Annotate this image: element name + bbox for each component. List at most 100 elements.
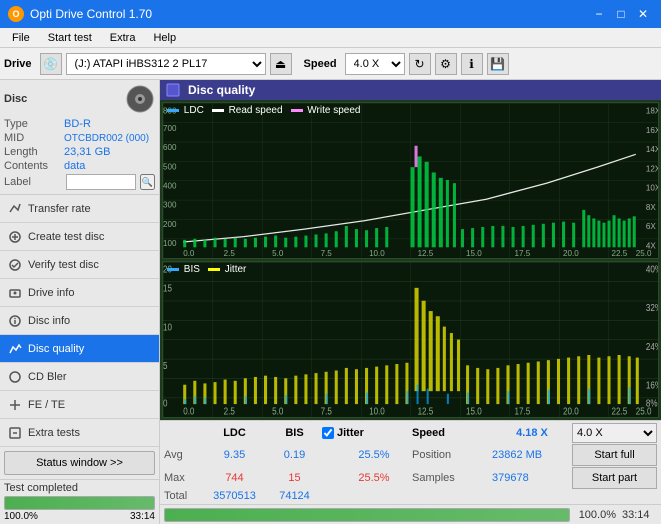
svg-text:16X: 16X bbox=[646, 125, 658, 135]
sidebar: Disc Type BD-R MID OTCBDR002 (000) Lengt… bbox=[0, 80, 160, 524]
settings-button[interactable]: ⚙ bbox=[435, 53, 457, 75]
label-input[interactable] bbox=[66, 174, 136, 190]
col-speed-val: 4.18 X bbox=[492, 427, 572, 439]
type-label: Type bbox=[4, 118, 64, 130]
status-window-button[interactable]: Status window >> bbox=[4, 451, 155, 475]
info-button[interactable]: ℹ bbox=[461, 53, 483, 75]
disc-section-label: Disc bbox=[4, 93, 27, 105]
svg-text:7.5: 7.5 bbox=[321, 248, 333, 258]
minimize-button[interactable]: − bbox=[589, 4, 609, 24]
svg-text:17.5: 17.5 bbox=[515, 248, 531, 258]
bottom-progress-fill bbox=[165, 509, 569, 521]
speed-label: Speed bbox=[304, 58, 337, 70]
title-text: Opti Drive Control 1.70 bbox=[30, 7, 152, 21]
nav-disc-info[interactable]: Disc info bbox=[0, 307, 159, 335]
drive-label: Drive bbox=[4, 58, 32, 70]
length-label: Length bbox=[4, 146, 64, 158]
max-bis: 15 bbox=[267, 472, 322, 484]
jitter-checkbox[interactable] bbox=[322, 427, 334, 439]
nav-fe-te[interactable]: FE / TE bbox=[0, 391, 159, 419]
legend-write: Write speed bbox=[291, 105, 361, 116]
speed-stats-select[interactable]: 4.0 X bbox=[572, 423, 657, 443]
svg-text:400: 400 bbox=[163, 180, 177, 190]
svg-text:12.5: 12.5 bbox=[418, 406, 434, 417]
svg-text:15.0: 15.0 bbox=[466, 406, 482, 417]
menu-extra[interactable]: Extra bbox=[102, 30, 144, 46]
title-bar: O Opti Drive Control 1.70 − □ ✕ bbox=[0, 0, 661, 28]
bottom-progress-bg bbox=[164, 508, 570, 522]
label-button[interactable]: 🔍 bbox=[140, 174, 156, 190]
svg-text:25.0: 25.0 bbox=[636, 406, 652, 417]
main-area: Disc Type BD-R MID OTCBDR002 (000) Lengt… bbox=[0, 80, 661, 524]
nav-drive-info[interactable]: Drive info bbox=[0, 279, 159, 307]
bottom-progress-time: 33:14 bbox=[622, 509, 657, 521]
menu-file[interactable]: File bbox=[4, 30, 38, 46]
contents-value: data bbox=[64, 160, 85, 172]
svg-text:15.0: 15.0 bbox=[466, 248, 482, 258]
svg-text:17.5: 17.5 bbox=[515, 406, 531, 417]
drive-icon-btn[interactable]: 💿 bbox=[40, 53, 62, 75]
eject-button[interactable]: ⏏ bbox=[270, 53, 292, 75]
speed-select[interactable]: 4.0 X bbox=[345, 53, 405, 75]
close-button[interactable]: ✕ bbox=[633, 4, 653, 24]
disc-info-icon bbox=[8, 314, 22, 328]
col-jitter-header: Jitter bbox=[337, 427, 364, 439]
progress-bar-fill bbox=[5, 497, 154, 509]
max-jitter: 25.5% bbox=[322, 472, 412, 484]
samples-val: 379678 bbox=[492, 472, 572, 484]
svg-text:2.5: 2.5 bbox=[224, 406, 235, 417]
type-value: BD-R bbox=[64, 118, 91, 130]
disc-panel: Disc Type BD-R MID OTCBDR002 (000) Lengt… bbox=[0, 80, 159, 195]
col-speed-header: Speed bbox=[412, 427, 492, 439]
svg-text:22.5: 22.5 bbox=[612, 248, 628, 258]
svg-text:200: 200 bbox=[163, 219, 177, 229]
svg-text:5.0: 5.0 bbox=[272, 248, 284, 258]
nav-disc-quality[interactable]: Disc quality bbox=[0, 335, 159, 363]
start-full-button[interactable]: Start full bbox=[572, 444, 657, 466]
cd-bler-icon bbox=[8, 370, 22, 384]
menu-help[interactable]: Help bbox=[145, 30, 184, 46]
toolbar: Drive 💿 (J:) ATAPI iHBS312 2 PL17 ⏏ Spee… bbox=[0, 48, 661, 80]
upper-chart-svg: 800 700 600 500 400 300 200 100 18X 16X … bbox=[163, 103, 658, 258]
nav-cd-bler[interactable]: CD Bler bbox=[0, 363, 159, 391]
avg-ldc: 9.35 bbox=[202, 449, 267, 461]
progress-percent: 100.0% bbox=[4, 511, 38, 522]
progress-bar-bg bbox=[4, 496, 155, 510]
refresh-button[interactable]: ↻ bbox=[409, 53, 431, 75]
svg-text:12X: 12X bbox=[646, 163, 658, 173]
mid-value: OTCBDR002 (000) bbox=[64, 133, 149, 144]
nav-transfer-rate[interactable]: Transfer rate bbox=[0, 195, 159, 223]
svg-text:25.0: 25.0 bbox=[636, 248, 652, 258]
nav-extra-tests[interactable]: Extra tests bbox=[0, 419, 159, 447]
label-label: Label bbox=[4, 176, 62, 188]
progress-time: 33:14 bbox=[130, 511, 155, 522]
drive-select[interactable]: (J:) ATAPI iHBS312 2 PL17 bbox=[66, 53, 266, 75]
svg-text:10.0: 10.0 bbox=[369, 248, 385, 258]
total-ldc: 3570513 bbox=[202, 490, 267, 502]
svg-text:16%: 16% bbox=[646, 380, 658, 391]
start-part-button[interactable]: Start part bbox=[572, 467, 657, 489]
svg-text:8X: 8X bbox=[646, 202, 656, 212]
avg-jitter: 25.5% bbox=[322, 449, 412, 461]
legend-read: Read speed bbox=[212, 105, 283, 116]
extra-tests-icon bbox=[8, 426, 22, 440]
max-label: Max bbox=[164, 472, 202, 484]
drive-info-icon bbox=[8, 286, 22, 300]
disc-quality-icon bbox=[8, 342, 22, 356]
nav-create-test-disc[interactable]: Create test disc bbox=[0, 223, 159, 251]
window-controls: − □ ✕ bbox=[589, 4, 653, 24]
svg-text:0: 0 bbox=[163, 398, 167, 409]
svg-text:2.5: 2.5 bbox=[224, 248, 236, 258]
nav-verify-test-disc[interactable]: Verify test disc bbox=[0, 251, 159, 279]
content-area: Disc quality LDC Read speed bbox=[160, 80, 661, 524]
menu-start-test[interactable]: Start test bbox=[40, 30, 100, 46]
maximize-button[interactable]: □ bbox=[611, 4, 631, 24]
svg-text:5.0: 5.0 bbox=[272, 406, 283, 417]
save-button[interactable]: 💾 bbox=[487, 53, 509, 75]
svg-text:22.5: 22.5 bbox=[612, 406, 628, 417]
mid-label: MID bbox=[4, 132, 64, 144]
avg-bis: 0.19 bbox=[267, 449, 322, 461]
disc-svg-icon bbox=[125, 84, 155, 114]
svg-text:20.0: 20.0 bbox=[563, 406, 579, 417]
svg-text:15: 15 bbox=[163, 283, 172, 294]
